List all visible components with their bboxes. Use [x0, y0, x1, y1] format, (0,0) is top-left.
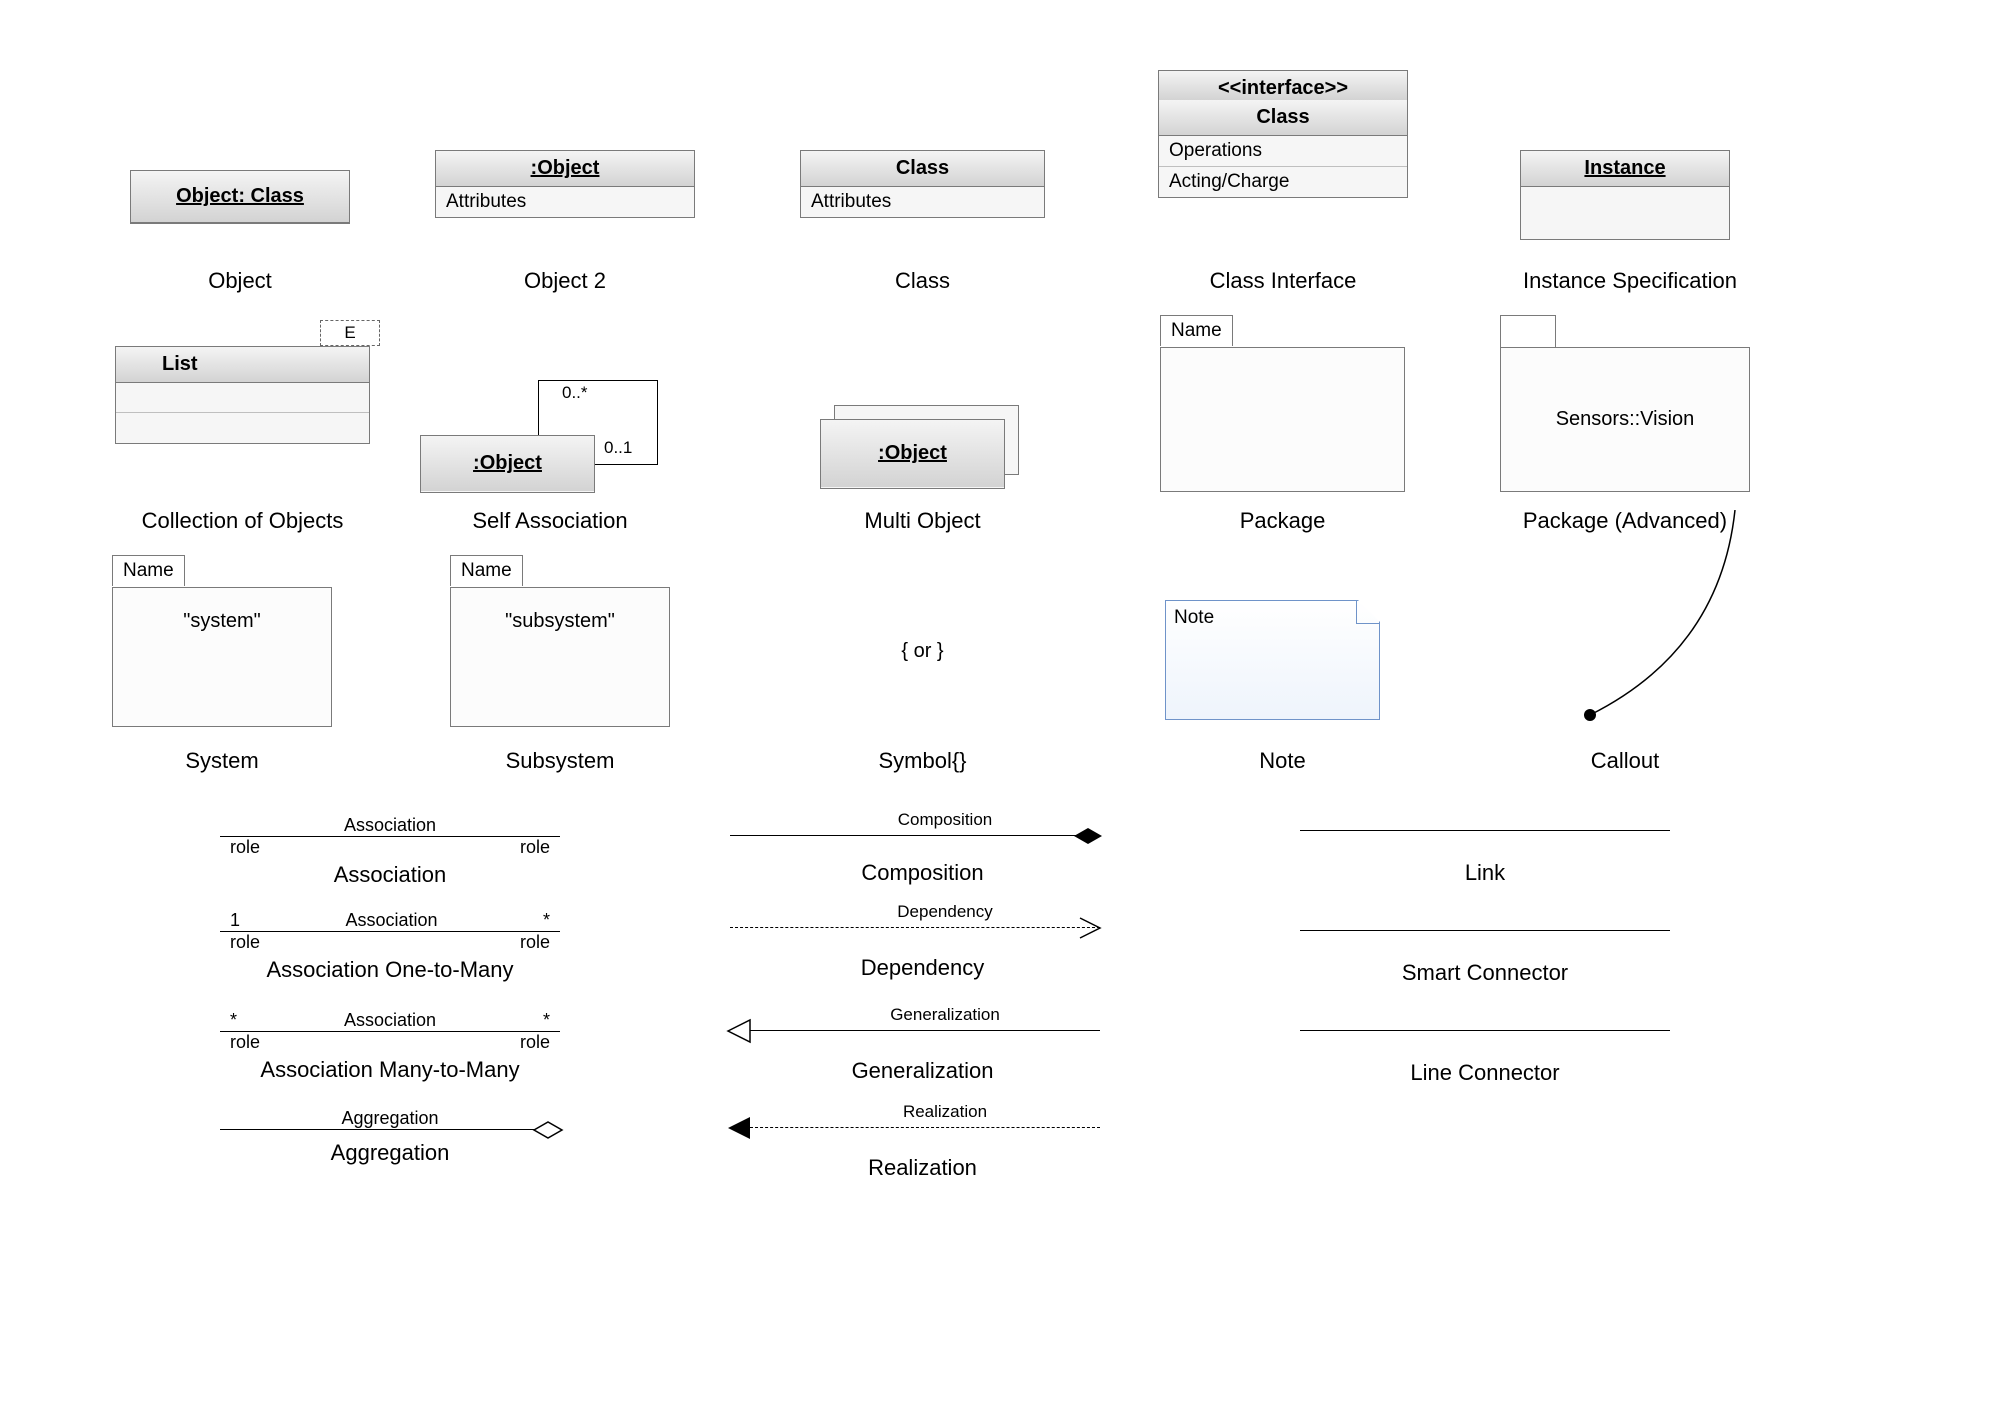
uml-object-title: Object: Class — [131, 171, 349, 223]
uml-class-interface-r2: Acting/Charge — [1159, 167, 1407, 197]
uml-association-one-many: 1Association* rolerole Association One-t… — [220, 910, 560, 983]
uml-object2-attr: Attributes — [436, 187, 694, 217]
uml-realization-caption: Realization — [800, 1155, 1045, 1181]
uml-link-caption: Link — [1370, 860, 1600, 886]
uml-instance-caption: Instance Specification — [1480, 268, 1780, 294]
uml-multi-object-title: :Object — [821, 420, 1004, 487]
uml-object-caption: Object — [130, 268, 350, 294]
uml-self-assoc-m1: 0..* — [562, 383, 588, 403]
uml-generalization-caption: Generalization — [800, 1058, 1045, 1084]
uml-package-tab: Name — [1160, 315, 1233, 346]
uml-object2: :Object Attributes — [435, 150, 695, 218]
uml-aggregation: Aggregation Aggregation — [220, 1108, 560, 1166]
uml-association: Association rolerole Association — [220, 815, 560, 888]
uml-composition-label: Composition — [830, 810, 1060, 830]
uml-dependency-line — [730, 927, 1100, 928]
uml-line-connector-caption: Line Connector — [1360, 1060, 1610, 1086]
uml-class-interface-title: Class — [1159, 100, 1407, 136]
uml-symbol-caption: Symbol{} — [800, 748, 1045, 774]
uml-class-interface: <<interface>> Class Operations Acting/Ch… — [1158, 70, 1408, 198]
uml-subsystem-tab: Name — [450, 555, 523, 586]
uml-association-one-many-caption: Association One-to-Many — [220, 957, 560, 983]
uml-instance-title: Instance — [1521, 151, 1729, 187]
uml-package-adv-body: Sensors::Vision — [1556, 408, 1695, 431]
uml-system-tab: Name — [112, 555, 185, 586]
uml-realization-line — [750, 1127, 1100, 1128]
uml-dependency-label: Dependency — [830, 902, 1060, 922]
uml-generalization-line — [750, 1030, 1100, 1031]
uml-composition-line — [730, 835, 1100, 836]
uml-collection-tag: E — [320, 320, 380, 346]
uml-symbol: { or } — [800, 640, 1045, 663]
uml-object: Object: Class — [130, 170, 350, 224]
uml-multi-object-caption: Multi Object — [800, 508, 1045, 534]
uml-collection: E List — [115, 320, 370, 444]
uml-self-assoc-title: :Object — [421, 436, 594, 491]
uml-generalization-label: Generalization — [830, 1005, 1060, 1025]
uml-association-many-many-caption: Association Many-to-Many — [220, 1057, 560, 1083]
uml-class-title: Class — [801, 151, 1044, 187]
uml-line-connector-line — [1300, 1030, 1670, 1031]
uml-class-interface-r1: Operations — [1159, 136, 1407, 167]
uml-note: Note — [1165, 600, 1380, 720]
uml-association-caption: Association — [220, 862, 560, 888]
uml-dependency-caption: Dependency — [800, 955, 1045, 981]
uml-instance: Instance — [1520, 150, 1730, 240]
uml-note-body: Note — [1174, 607, 1214, 628]
uml-realization-label: Realization — [830, 1102, 1060, 1122]
uml-class: Class Attributes — [800, 150, 1045, 218]
uml-collection-caption: Collection of Objects — [110, 508, 375, 534]
uml-class-interface-stereo: <<interface>> — [1159, 71, 1407, 100]
uml-subsystem-body: "subsystem" — [505, 610, 615, 633]
uml-smart-connector-caption: Smart Connector — [1360, 960, 1610, 986]
uml-association-many-many: *Association* rolerole Association Many-… — [220, 1010, 560, 1083]
uml-callout-caption: Callout — [1500, 748, 1750, 774]
uml-system-caption: System — [112, 748, 332, 774]
uml-note-caption: Note — [1160, 748, 1405, 774]
uml-self-assoc-m2: 0..1 — [604, 438, 632, 458]
uml-self-assoc-caption: Self Association — [420, 508, 680, 534]
uml-collection-title: List — [116, 347, 369, 383]
uml-smart-connector-line — [1300, 930, 1670, 931]
uml-class-interface-caption: Class Interface — [1158, 268, 1408, 294]
uml-subsystem-caption: Subsystem — [450, 748, 670, 774]
uml-callout — [1560, 510, 1760, 730]
uml-composition-caption: Composition — [800, 860, 1045, 886]
uml-object2-caption: Object 2 — [435, 268, 695, 294]
uml-aggregation-caption: Aggregation — [220, 1140, 560, 1166]
uml-system-body: "system" — [183, 610, 261, 633]
uml-class-attr: Attributes — [801, 187, 1044, 217]
uml-object2-title: :Object — [436, 151, 694, 187]
uml-link-line — [1300, 830, 1670, 831]
uml-class-caption: Class — [800, 268, 1045, 294]
uml-package-caption: Package — [1160, 508, 1405, 534]
